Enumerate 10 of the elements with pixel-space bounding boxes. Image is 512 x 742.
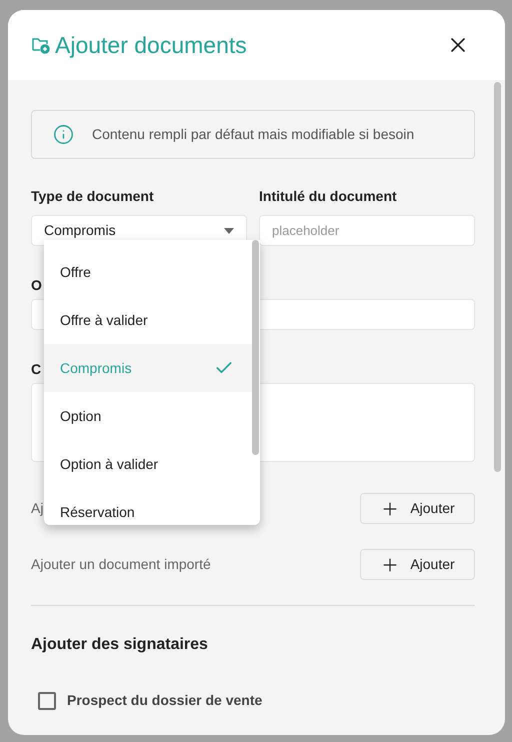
checkbox-label: Prospect du dossier de vente (67, 691, 262, 710)
field-label: O (31, 276, 42, 291)
field-label: Intitulé du document (259, 187, 398, 206)
section-heading: Ajouter des signataires (31, 635, 209, 655)
row-label: Aj (31, 499, 44, 518)
dialog-title: Ajouter documents (55, 30, 247, 60)
info-text: Contenu rempli par défaut mais modifiable si besoin (92, 125, 414, 144)
field-label: C (31, 360, 42, 375)
row-label: Ajouter un document importé (31, 555, 211, 574)
field-label: Type de document (31, 187, 155, 206)
